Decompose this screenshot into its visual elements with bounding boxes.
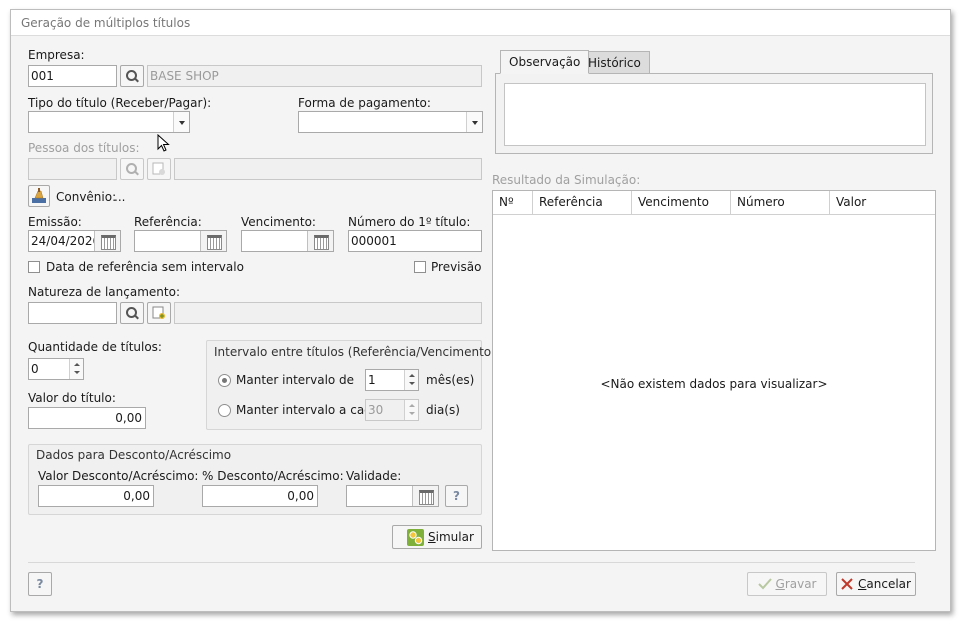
tipo-titulo-label: Tipo do título (Receber/Pagar):: [28, 96, 212, 110]
previsao-checkbox[interactable]: [414, 261, 426, 273]
natureza-label: Natureza de lançamento:: [28, 285, 180, 299]
calendar-icon[interactable]: [412, 486, 438, 506]
previsao-label: Previsão: [431, 260, 482, 274]
mouse-cursor-icon: [157, 134, 170, 152]
referencia-date-input[interactable]: [134, 230, 227, 252]
desconto-help-button[interactable]: ?: [445, 485, 468, 507]
gravar-button[interactable]: Gravar: [747, 572, 827, 596]
pct-desconto-label: % Desconto/Acréscimo:: [202, 469, 344, 483]
numero-label: Número do 1º título:: [348, 215, 471, 229]
column-header[interactable]: Nº: [493, 191, 533, 215]
gravar-label: Gravar: [775, 577, 817, 591]
manter-intervalo-radio[interactable]: [218, 374, 231, 387]
window-title: Geração de múltiplos títulos: [11, 10, 950, 36]
cancelar-button[interactable]: Cancelar: [836, 572, 916, 596]
manter-intervalo-label: Manter intervalo de: [236, 373, 355, 387]
empty-grid-message: <Não existem dados para visualizar>: [600, 377, 828, 391]
tab-historico[interactable]: Histórico: [579, 51, 650, 73]
vencimento-label: Vencimento:: [241, 215, 316, 229]
referencia-label: Referência:: [134, 215, 202, 229]
help-button[interactable]: ?: [28, 572, 52, 596]
simular-button[interactable]: Simular: [392, 525, 482, 549]
convenio-button[interactable]: [28, 185, 50, 207]
empresa-search-button[interactable]: [120, 65, 144, 87]
manter-intervalo-unit: mês(es): [426, 373, 475, 387]
empresa-label: Empresa:: [28, 48, 85, 62]
pessoa-add-button: [147, 158, 171, 180]
natureza-name-field: [174, 302, 482, 324]
spinner-arrows-icon: [404, 400, 418, 420]
emissao-date-input[interactable]: 24/04/2026: [28, 230, 121, 252]
validade-label: Validade:: [346, 469, 402, 483]
add-record-icon: [152, 306, 165, 319]
column-header[interactable]: Valor: [830, 191, 935, 215]
spinner-arrows-icon[interactable]: [404, 370, 418, 390]
grid-header: Nº Referência Vencimento Número Valor: [493, 191, 935, 215]
empresa-code-input[interactable]: 001: [28, 65, 117, 87]
dialog-window: Geração de múltiplos títulos Empresa: 00…: [10, 9, 951, 612]
checkmark-icon: [757, 578, 772, 590]
intervalo-cada-radio[interactable]: [218, 404, 231, 417]
intervalo-cada-spinner: 30: [365, 399, 419, 421]
valor-titulo-label: Valor do título:: [28, 391, 116, 405]
forma-pagamento-label: Forma de pagamento:: [298, 96, 431, 110]
intervalo-cada-value: 30: [368, 403, 384, 417]
calendar-icon[interactable]: [307, 231, 333, 251]
calendar-icon[interactable]: [94, 231, 120, 251]
forma-pagamento-select[interactable]: [298, 111, 483, 133]
quantidade-label: Quantidade de títulos:: [28, 340, 162, 354]
intervalo-title: Intervalo entre títulos (Referência/Venc…: [214, 345, 496, 359]
column-header[interactable]: Vencimento: [632, 191, 731, 215]
tipo-titulo-select[interactable]: [28, 111, 190, 133]
natureza-code-input[interactable]: [28, 302, 117, 324]
convenio-value: ...: [114, 190, 126, 204]
pessoa-name-field: [174, 158, 482, 180]
intervalo-cada-unit: dia(s): [426, 403, 460, 417]
tab-observacao[interactable]: Observação: [500, 50, 590, 74]
valor-desconto-label: Valor Desconto/Acréscimo:: [38, 469, 199, 483]
convenio-label: Convênio:: [56, 190, 117, 204]
pessoa-search-button: [120, 158, 144, 180]
column-header[interactable]: Referência: [533, 191, 632, 215]
data-referencia-label: Data de referência sem intervalo: [46, 260, 244, 274]
broom-icon: [32, 188, 46, 203]
quantidade-spinner[interactable]: 0: [28, 358, 84, 380]
validade-date-input[interactable]: [346, 485, 439, 507]
emissao-label: Emissão:: [28, 215, 82, 229]
numero-input[interactable]: 000001: [348, 230, 482, 252]
pct-desconto-input[interactable]: 0,00: [202, 485, 318, 507]
pessoa-label: Pessoa dos títulos:: [28, 141, 140, 155]
chevron-down-icon: [173, 112, 189, 132]
valor-desconto-input[interactable]: 0,00: [38, 485, 154, 507]
data-referencia-checkbox[interactable]: [28, 261, 40, 273]
quantidade-value: 0: [31, 362, 39, 376]
desconto-title: Dados para Desconto/Acréscimo: [36, 448, 232, 462]
cancelar-label: Cancelar: [858, 577, 911, 591]
resultado-label: Resultado da Simulação:: [492, 173, 641, 187]
observacao-textarea[interactable]: [504, 83, 926, 146]
gears-icon: [407, 528, 424, 546]
simular-label: Simular: [428, 530, 474, 544]
emissao-value: 24/04/2026: [31, 234, 101, 248]
manter-intervalo-spinner[interactable]: 1: [365, 369, 419, 391]
close-icon: [841, 578, 853, 590]
add-record-icon: [152, 162, 165, 175]
valor-titulo-input[interactable]: 0,00: [28, 407, 146, 429]
spinner-arrows-icon[interactable]: [69, 359, 83, 379]
search-icon: [126, 163, 138, 175]
chevron-down-icon: [466, 112, 482, 132]
manter-intervalo-value: 1: [368, 373, 376, 387]
search-icon: [126, 307, 138, 319]
search-icon: [126, 70, 138, 82]
calendar-icon[interactable]: [200, 231, 226, 251]
footer-divider: [28, 562, 915, 563]
natureza-add-button[interactable]: [147, 302, 171, 324]
pessoa-code-input: [28, 158, 117, 180]
resultado-grid[interactable]: Nº Referência Vencimento Número Valor <N…: [492, 190, 936, 551]
natureza-search-button[interactable]: [120, 302, 144, 324]
column-header[interactable]: Número: [731, 191, 830, 215]
vencimento-date-input[interactable]: [241, 230, 334, 252]
intervalo-cada-label: Manter intervalo a cada: [236, 403, 380, 417]
empresa-name-field: BASE SHOP: [147, 65, 482, 87]
